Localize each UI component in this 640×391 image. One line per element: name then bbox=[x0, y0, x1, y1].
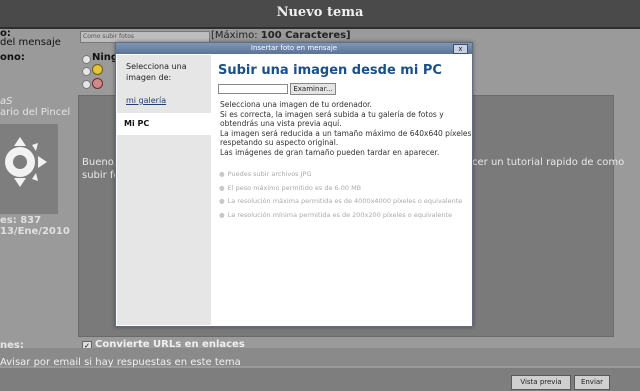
desc-line: obtendrás una vista previa aquí. bbox=[220, 119, 342, 129]
sidebar-item-gallery[interactable]: mi galería bbox=[126, 96, 166, 105]
avatar bbox=[0, 124, 58, 214]
sidebar-item-mypc[interactable]: Mi PC bbox=[117, 113, 213, 135]
rule-item: ● El peso máximo permitido es de 6.00 MB bbox=[219, 182, 459, 196]
preview-button[interactable]: Vista previa bbox=[511, 375, 571, 390]
compass-arrows-icon bbox=[5, 137, 47, 187]
user-role: ario del Pincel bbox=[0, 107, 71, 118]
desc-line: respetando su aspecto original. bbox=[220, 138, 339, 148]
bullet-icon: ● bbox=[219, 183, 225, 192]
bullet-icon: ● bbox=[219, 170, 225, 178]
sidebar-item-mypc-label: Mi PC bbox=[124, 119, 150, 128]
desc-line: La imagen será reducida a un tamaño máxi… bbox=[220, 128, 472, 138]
browse-button[interactable]: Examinar... bbox=[290, 83, 336, 95]
emoticon-icon bbox=[92, 78, 103, 89]
rule-item: ● La resolución mínima permitida es de 20… bbox=[219, 209, 459, 223]
insert-photo-modal: Insertar foto en mensaje x Selecciona un… bbox=[115, 42, 473, 327]
upload-description: Selecciona una imagen de tu ordenador. S… bbox=[220, 100, 472, 158]
max-prefix: [Máximo: bbox=[211, 30, 258, 41]
max-chars-label: [Máximo: 100 Caracteres] bbox=[211, 30, 351, 41]
rule-text: Puedes subir archivos JPG bbox=[227, 170, 312, 178]
modal-title: Insertar foto en mensaje bbox=[250, 44, 338, 52]
rule-item: ● Puedes subir archivos JPG bbox=[219, 168, 459, 182]
notify-label[interactable]: Avisar por email si hay respuestas en es… bbox=[0, 357, 241, 368]
page-title: Nuevo tema bbox=[276, 5, 364, 20]
send-button[interactable]: Enviar bbox=[574, 375, 610, 390]
max-value: 100 Caracteres] bbox=[260, 30, 351, 41]
desc-line: Si es correcta, la imagen será subida a … bbox=[220, 109, 444, 119]
upload-title: Subir una imagen desde mi PC bbox=[218, 63, 442, 78]
join-date: 13/Ene/2010 bbox=[0, 226, 70, 237]
desc-line: Las imágenes de gran tamaño pueden tarda… bbox=[220, 147, 440, 157]
posts-count: es: 837 bbox=[0, 215, 42, 226]
bullet-icon: ● bbox=[219, 210, 225, 219]
editor-text-right: cer un tutorial rapido de como bbox=[472, 157, 625, 168]
rule-text: El peso máximo permitido es de 6.00 MB bbox=[227, 183, 362, 192]
sidebar-heading: Selecciona una imagen de: bbox=[126, 62, 187, 82]
icon-radio-3[interactable] bbox=[82, 80, 91, 89]
modal-titlebar: Insertar foto en mensaje x bbox=[116, 43, 472, 54]
icon-radio-2[interactable] bbox=[82, 67, 91, 76]
rule-text: La resolución máxima permitida es de 400… bbox=[227, 197, 463, 205]
close-icon[interactable]: x bbox=[453, 44, 468, 54]
rule-item: ● La resolución máxima permitida es de 40… bbox=[219, 195, 462, 209]
icon-label: ono: bbox=[0, 52, 25, 63]
bullet-icon: ● bbox=[219, 197, 225, 205]
file-path-input[interactable] bbox=[218, 84, 288, 94]
page-header: Nuevo tema bbox=[0, 0, 640, 29]
user-nick: aS bbox=[0, 96, 13, 107]
exclamation-icon bbox=[92, 64, 103, 75]
desc-line: Selecciona una imagen de tu ordenador. bbox=[220, 100, 372, 109]
icon-radio-none[interactable] bbox=[82, 55, 91, 64]
subject-sublabel: del mensaje bbox=[0, 37, 61, 48]
upload-rules: ● Puedes subir archivos JPG ● El peso máxi… bbox=[219, 168, 462, 223]
rule-text: La resolución mínima permitida es de 200… bbox=[227, 210, 453, 219]
